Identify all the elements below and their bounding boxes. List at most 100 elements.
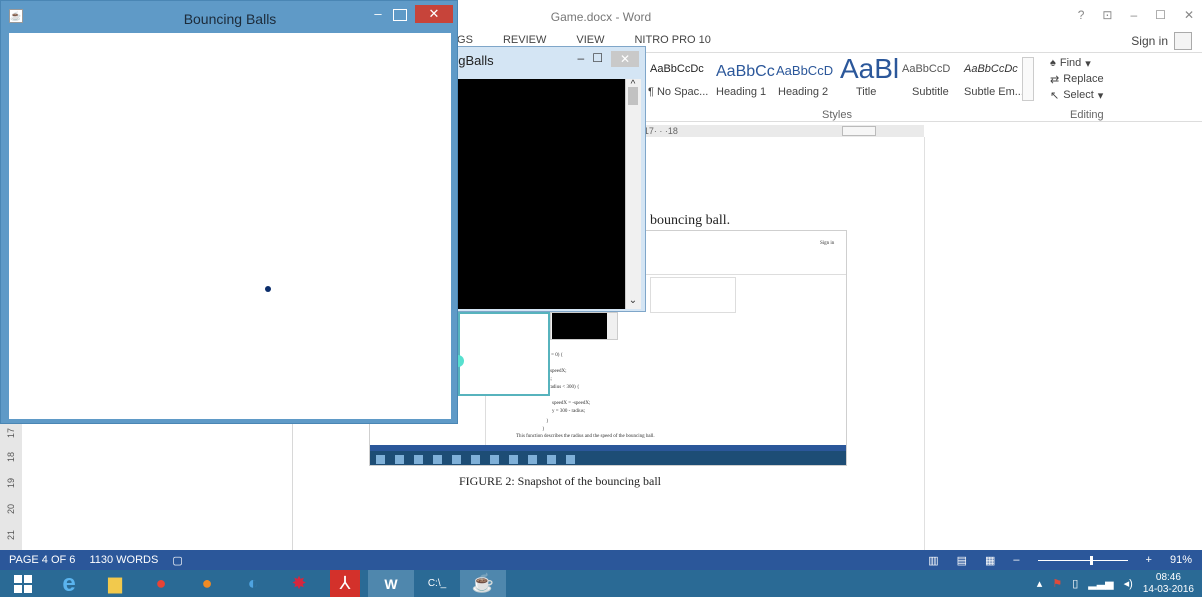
sign-in-link[interactable]: Sign in: [1131, 32, 1192, 50]
ribbon-display-button[interactable]: ⊡: [1102, 8, 1112, 22]
game-app-icon[interactable]: ✸: [276, 570, 322, 597]
snapshot-taskbar: [370, 451, 846, 465]
command-prompt-icon[interactable]: C:\_: [414, 570, 460, 597]
snapshot-app-icon: [471, 454, 480, 464]
zoom-level[interactable]: 91%: [1170, 554, 1192, 566]
clock[interactable]: 08:46 14-03-2016: [1143, 572, 1194, 596]
snapshot-app-icon: [547, 454, 556, 464]
tab-view[interactable]: VIEW: [576, 34, 604, 46]
help-button[interactable]: ?: [1078, 8, 1085, 22]
minimize-button[interactable]: –: [369, 7, 387, 23]
replace-button[interactable]: ⇄ Replace: [1050, 71, 1160, 87]
style-no-spacing-preview[interactable]: AaBbCcDc: [650, 63, 704, 75]
style-heading2-preview[interactable]: AaBbCcD: [776, 63, 833, 78]
snapshot-page: [650, 277, 736, 313]
back-java-minimize-button[interactable]: –: [578, 51, 585, 67]
windows-icon: [14, 574, 32, 593]
desktop: Game.docx - Word ? ⊡ – ☐ ✕ Sign in IGS R…: [0, 0, 1202, 597]
style-title-preview[interactable]: AaBl: [840, 53, 899, 85]
chevron-up-icon[interactable]: ▴: [1037, 577, 1043, 590]
style-no-spacing-name: ¶ No Spac...: [648, 86, 709, 98]
snapshot-app-icon: [414, 454, 423, 464]
file-explorer-icon[interactable]: ▆: [92, 570, 138, 597]
snapshot-app-icon: [395, 454, 404, 464]
back-java-scrollbar[interactable]: [625, 79, 641, 309]
page-count[interactable]: PAGE 4 OF 6: [9, 554, 75, 566]
word-close-button[interactable]: ✕: [1184, 8, 1194, 22]
word-count[interactable]: 1130 WORDS: [89, 554, 158, 566]
styles-group-label: Styles: [822, 109, 852, 121]
battery-icon[interactable]: ▯: [1072, 577, 1078, 590]
scroll-thumb[interactable]: [628, 87, 638, 105]
flag-icon[interactable]: ⚑: [1052, 577, 1062, 590]
firefox-icon[interactable]: ●: [184, 570, 230, 597]
tab-review[interactable]: REVIEW: [503, 34, 546, 46]
bouncing-balls-window[interactable]: ☕ Bouncing Balls – ✕: [0, 0, 458, 424]
snapshot-app-icon: [452, 454, 461, 464]
ccleaner-icon[interactable]: ◐: [230, 570, 276, 597]
style-heading2-name: Heading 2: [778, 86, 829, 98]
editing-group: ♠ Find ▾ ⇄ Replace ↖ Select ▾: [1050, 55, 1160, 105]
acrobat-icon[interactable]: ⅄: [330, 570, 360, 597]
style-subtitle-name: Subtitle: [912, 86, 949, 98]
chevron-down-icon: ▾: [1097, 89, 1104, 102]
style-subtle-em-preview[interactable]: AaBbCcDc: [964, 63, 1018, 75]
replace-icon: ⇄: [1050, 73, 1060, 86]
word-window-controls: ? ⊡ – ☐ ✕: [1078, 8, 1194, 22]
proofing-icon[interactable]: ▢: [172, 554, 182, 567]
bouncing-balls-title: Bouncing Balls: [183, 11, 277, 27]
snapshot-app-icon: [509, 454, 518, 464]
back-java-controls: – ☐ ✕: [578, 51, 639, 67]
snapshot-start-icon: [376, 454, 385, 464]
back-java-canvas[interactable]: [457, 79, 625, 309]
word-maximize-button[interactable]: ☐: [1155, 8, 1166, 22]
signal-icon[interactable]: ▂▃▅: [1088, 577, 1113, 590]
bouncing-balls-canvas[interactable]: [9, 33, 451, 419]
page-right-margin: [924, 137, 1202, 550]
snapshot-app-icon: [490, 454, 499, 464]
start-button[interactable]: [0, 570, 46, 597]
vertical-ruler: 17 18 19 20 21: [0, 420, 22, 550]
zoom-out-button[interactable]: –: [1013, 554, 1019, 566]
cursor-icon: ↖: [1050, 89, 1060, 102]
styles-gallery-scroll[interactable]: [1022, 57, 1034, 101]
style-subtitle-preview[interactable]: AaBbCcD: [902, 63, 950, 75]
snapshot-app-icon: [528, 454, 537, 464]
snapshot-app-icon: [433, 454, 442, 464]
volume-icon[interactable]: ◂): [1124, 577, 1133, 590]
back-java-window[interactable]: ngBalls – ☐ ✕ ^ ⌄: [450, 46, 646, 312]
document-text: bouncing ball.: [650, 213, 731, 228]
binoculars-icon: ♠: [1050, 57, 1056, 69]
word-icon[interactable]: W: [368, 570, 414, 597]
maximize-button[interactable]: [393, 9, 407, 21]
java-small-canvas: [552, 313, 607, 339]
system-tray: ▴ ⚑ ▯ ▂▃▅ ◂) 08:46 14-03-2016: [1037, 572, 1202, 596]
zoom-slider[interactable]: [1037, 555, 1128, 565]
zoom-in-button[interactable]: +: [1146, 554, 1152, 566]
back-java-maximize-button[interactable]: ☐: [592, 51, 603, 67]
scroll-down-button[interactable]: ⌄: [625, 295, 641, 309]
page-edge: [292, 420, 293, 550]
internet-explorer-icon[interactable]: e: [46, 570, 92, 597]
figure-caption: FIGURE 2: Snapshot of the bouncing ball: [459, 474, 661, 488]
java-frame-window[interactable]: [458, 312, 550, 396]
chevron-down-icon: ▾: [1085, 57, 1091, 70]
word-status-bar: PAGE 4 OF 6 1130 WORDS ▢ ▥ ▤ ▦ – + 91%: [0, 550, 1202, 570]
select-button[interactable]: ↖ Select ▾: [1050, 87, 1160, 103]
tab-nitro[interactable]: NITRO PRO 10: [634, 34, 710, 46]
ribbon-tabs: IGS REVIEW VIEW NITRO PRO 10: [454, 34, 741, 46]
taskbar: e ▆ ● ● ◐ ✸ ⅄ W C:\_ ☕ ▴ ⚑ ▯ ▂▃▅ ◂) 08:4…: [0, 570, 1202, 597]
read-mode-icon[interactable]: ▥: [928, 554, 938, 567]
find-button[interactable]: ♠ Find ▾: [1050, 55, 1160, 71]
web-layout-icon[interactable]: ▦: [985, 554, 995, 567]
ruler-indent-marker[interactable]: [842, 126, 876, 136]
ball: [265, 286, 271, 292]
style-heading1-preview[interactable]: AaBbCc: [716, 63, 775, 81]
java-icon[interactable]: ☕: [460, 570, 506, 597]
chrome-icon[interactable]: ●: [138, 570, 184, 597]
user-icon: [1174, 32, 1192, 50]
close-button[interactable]: ✕: [415, 5, 453, 23]
print-layout-icon[interactable]: ▤: [957, 554, 967, 567]
word-minimize-button[interactable]: –: [1130, 8, 1137, 22]
back-java-close-button[interactable]: ✕: [611, 51, 639, 67]
